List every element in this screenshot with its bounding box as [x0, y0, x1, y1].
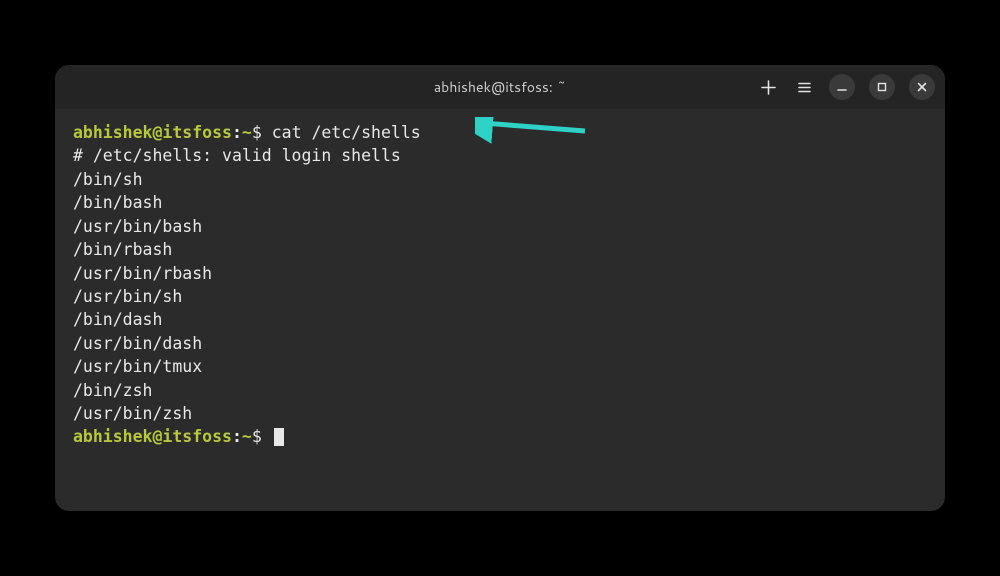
output-line: /usr/bin/bash	[73, 215, 927, 238]
maximize-button[interactable]	[869, 74, 895, 100]
output-line: /usr/bin/sh	[73, 285, 927, 308]
hamburger-icon	[797, 80, 812, 95]
terminal-window: abhishek@itsfoss: ~ abhishek@itsfoss:~$ …	[55, 65, 945, 511]
menu-button[interactable]	[793, 76, 815, 98]
cursor	[274, 428, 284, 446]
command-text: cat /etc/shells	[272, 123, 421, 142]
output-line: /usr/bin/tmux	[73, 355, 927, 378]
command-line-1: abhishek@itsfoss:~$ cat /etc/shells	[73, 121, 927, 144]
output-line: /bin/sh	[73, 168, 927, 191]
prompt-userhost: abhishek@itsfoss	[73, 427, 232, 446]
minimize-button[interactable]	[829, 74, 855, 100]
titlebar[interactable]: abhishek@itsfoss: ~	[55, 65, 945, 109]
output-comment: # /etc/shells: valid login shells	[73, 144, 927, 167]
prompt-userhost: abhishek@itsfoss	[73, 123, 232, 142]
new-tab-button[interactable]	[757, 76, 779, 98]
close-icon	[917, 82, 927, 92]
maximize-icon	[877, 82, 887, 92]
prompt-dollar: $	[252, 427, 272, 446]
prompt-colon: :	[232, 123, 242, 142]
output-line: /usr/bin/dash	[73, 332, 927, 355]
prompt-path: ~	[242, 123, 252, 142]
minimize-icon	[837, 82, 847, 92]
output-line: /bin/bash	[73, 191, 927, 214]
window-title: abhishek@itsfoss: ~	[434, 77, 566, 97]
close-button[interactable]	[909, 74, 935, 100]
output-line: /bin/dash	[73, 308, 927, 331]
prompt-colon: :	[232, 427, 242, 446]
output-line: /usr/bin/rbash	[73, 262, 927, 285]
terminal-body[interactable]: abhishek@itsfoss:~$ cat /etc/shells # /e…	[55, 109, 945, 511]
prompt-path: ~	[242, 427, 252, 446]
plus-icon	[761, 80, 776, 95]
output-line: /bin/rbash	[73, 238, 927, 261]
prompt-dollar: $	[252, 123, 272, 142]
output-line: /bin/zsh	[73, 379, 927, 402]
titlebar-controls	[757, 74, 935, 100]
command-line-2: abhishek@itsfoss:~$	[73, 425, 927, 448]
output-line: /usr/bin/zsh	[73, 402, 927, 425]
